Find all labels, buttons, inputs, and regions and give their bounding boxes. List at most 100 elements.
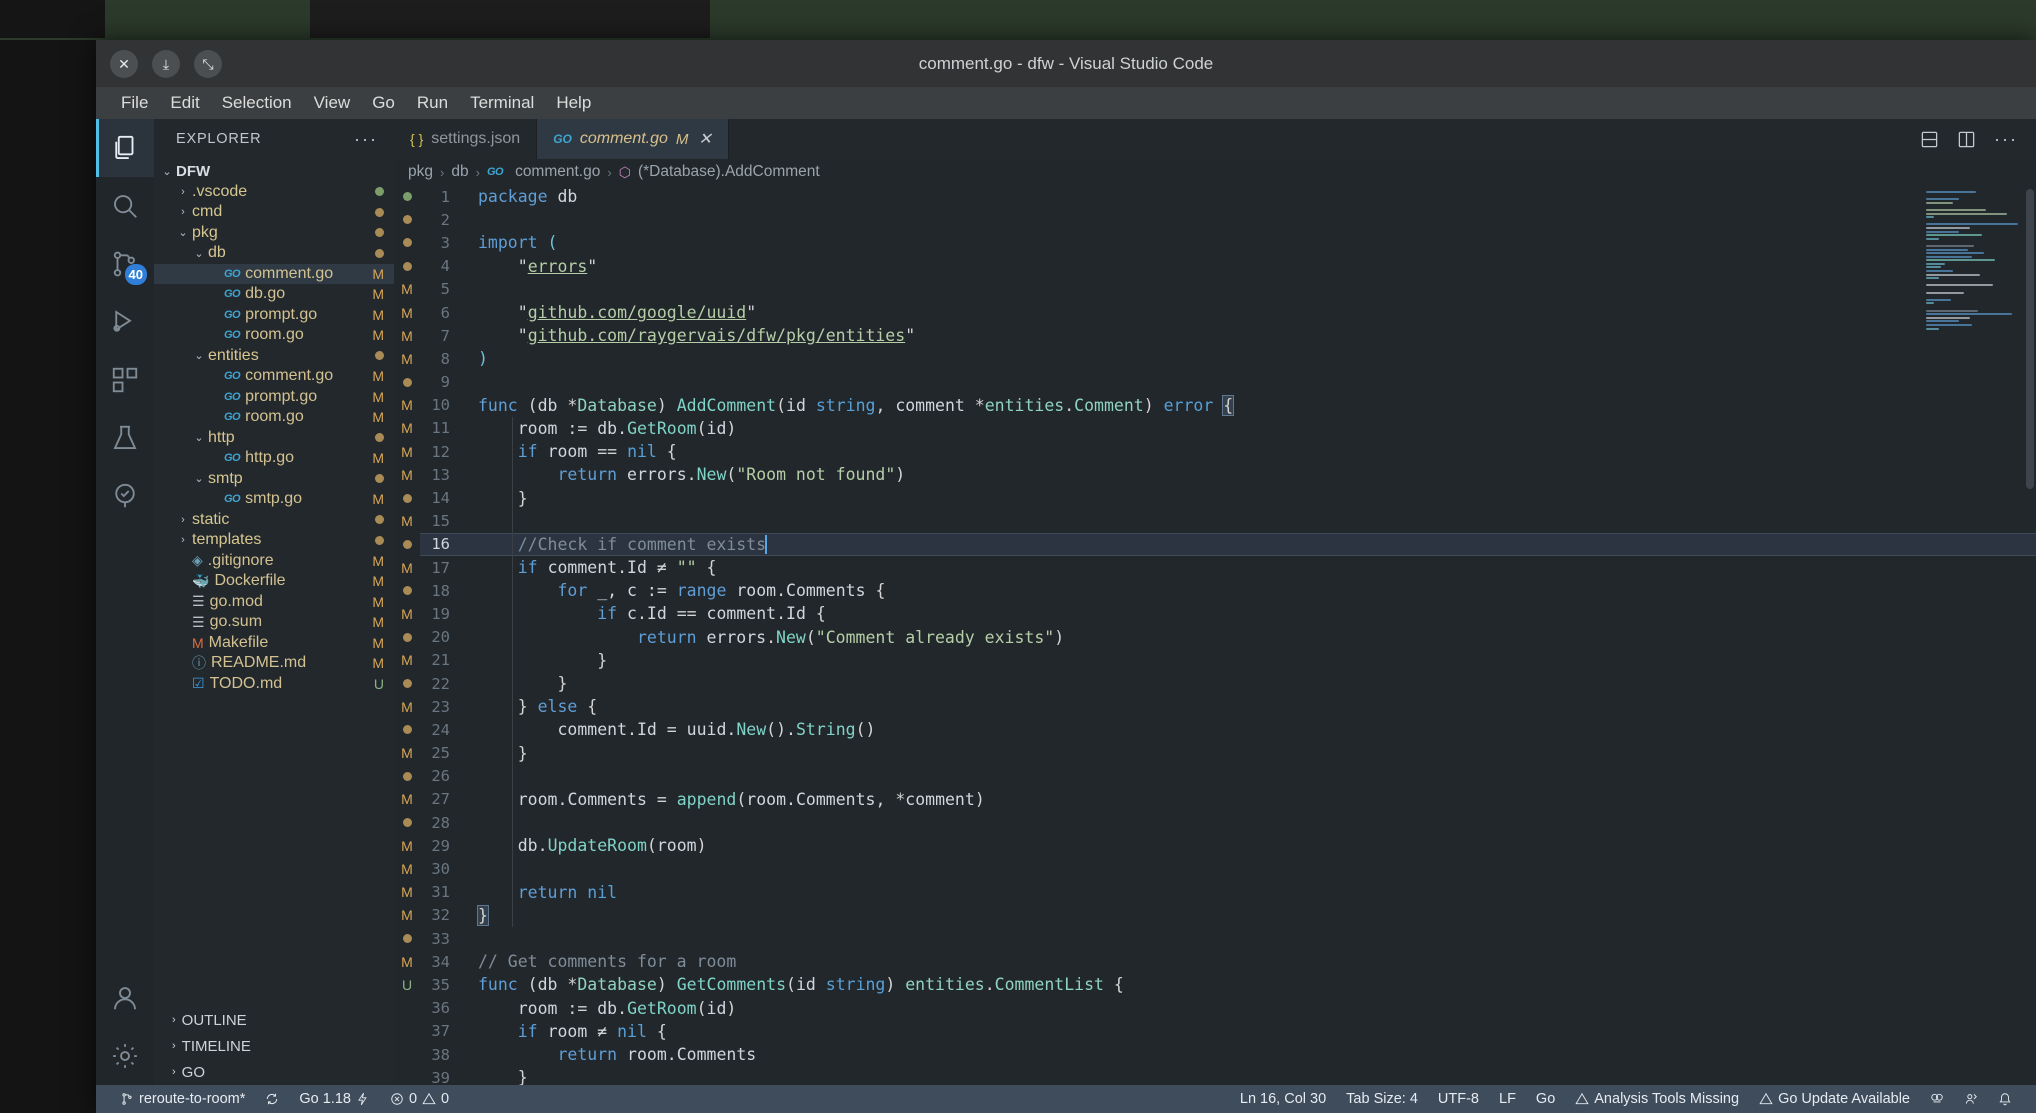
minimap[interactable] [1926, 191, 2022, 330]
activity-item-tree[interactable] [96, 467, 154, 525]
tree-file-room-go[interactable]: GO room.go M [154, 407, 394, 428]
split-editor-right-icon[interactable] [1957, 130, 1976, 149]
tree-file-comment-go[interactable]: GO comment.go M [154, 366, 394, 387]
activity-item-source-control[interactable]: 40 [96, 235, 154, 293]
status-notifications[interactable] [1988, 1092, 2022, 1106]
code-line[interactable]: 34 // Get comments for a room [420, 950, 2036, 973]
status-analysis-tools[interactable]: Analysis Tools Missing [1565, 1091, 1749, 1107]
menu-item-run[interactable]: Run [406, 90, 459, 116]
code-line[interactable]: 38 return room.Comments [420, 1043, 2036, 1066]
menu-item-help[interactable]: Help [545, 90, 602, 116]
tree-file-makefile[interactable]: M Makefile M [154, 633, 394, 654]
code-line[interactable]: 31 return nil [420, 881, 2036, 904]
breadcrumb-item[interactable]: db [451, 163, 468, 181]
code-line[interactable]: 3 import ( [420, 231, 2036, 254]
activity-item-settings[interactable] [96, 1027, 154, 1085]
maximize-window-button[interactable]: ⤡ [194, 49, 222, 78]
menu-item-view[interactable]: View [303, 90, 362, 116]
code-line[interactable]: 8) [420, 347, 2036, 370]
minimize-window-button[interactable]: ⤓ [152, 49, 180, 78]
tree-file-go-mod[interactable]: ☰ go.mod M [154, 592, 394, 613]
breadcrumb-item[interactable]: pkg [408, 163, 433, 181]
code-line[interactable]: 4 "errors" [420, 255, 2036, 278]
tree-folder-http[interactable]: ⌄ http [154, 428, 394, 449]
status-branch[interactable]: reroute-to-room* [110, 1091, 255, 1107]
menu-item-edit[interactable]: Edit [159, 90, 210, 116]
code-line[interactable]: 9 [420, 371, 2036, 394]
activity-item-run-and-debug[interactable] [96, 293, 154, 351]
code-editor[interactable]: MMMMMMMMMMMMMMMMMMMMU 1 package db 2 3 impor… [394, 185, 2036, 1085]
code-line[interactable]: 14 } [420, 486, 2036, 509]
tree-file-smtp-go[interactable]: GO smtp.go M [154, 489, 394, 510]
code-line[interactable]: 24 comment.Id = uuid.New().String() [420, 718, 2036, 741]
tree-file-db-go[interactable]: GO db.go M [154, 284, 394, 305]
breadcrumb-item[interactable]: comment.go [515, 163, 600, 181]
tree-file-dockerfile[interactable]: 🐳 Dockerfile M [154, 571, 394, 592]
tree-folder-templates[interactable]: › templates [154, 530, 394, 551]
code-line[interactable]: 30 [420, 857, 2036, 880]
code-lines[interactable]: 1 package db 2 3 import (4 "errors" 5 6 "githu… [420, 185, 2036, 1085]
status-language-mode[interactable]: Go [1526, 1091, 1565, 1107]
status-sync[interactable] [255, 1092, 289, 1106]
menu-item-terminal[interactable]: Terminal [459, 90, 545, 116]
code-line[interactable]: 29 db.UpdateRoom(room) [420, 834, 2036, 857]
activity-item-search[interactable] [96, 177, 154, 235]
tree-root-dfw[interactable]: ⌄ DFW [154, 161, 394, 182]
code-line[interactable]: 32} [420, 904, 2036, 927]
code-line[interactable]: 7 "github.com/raygervais/dfw/pkg/entitie… [420, 324, 2036, 347]
sidebar-section-go[interactable]: › GO [154, 1059, 394, 1085]
tree-folder--vscode[interactable]: › .vscode [154, 182, 394, 203]
code-line[interactable]: 20 return errors.New("Comment already ex… [420, 626, 2036, 649]
status-live-share[interactable] [1954, 1092, 1988, 1106]
code-line[interactable]: 12 if room == nil { [420, 440, 2036, 463]
activity-item-extensions[interactable] [96, 351, 154, 409]
menu-item-selection[interactable]: Selection [211, 90, 303, 116]
activity-item-testing[interactable] [96, 409, 154, 467]
code-line[interactable]: 5 [420, 278, 2036, 301]
tree-file-http-go[interactable]: GO http.go M [154, 448, 394, 469]
code-line[interactable]: 39 } [420, 1066, 2036, 1085]
breadcrumb-item[interactable]: (*Database).AddComment [638, 163, 820, 181]
status-tab-size[interactable]: Tab Size: 4 [1336, 1091, 1428, 1107]
code-line[interactable]: 25 } [420, 742, 2036, 765]
status-gitlens[interactable] [1920, 1092, 1954, 1106]
code-line[interactable]: 33 [420, 927, 2036, 950]
close-icon[interactable]: ✕ [698, 129, 711, 149]
code-line[interactable]: 36 room := db.GetRoom(id) [420, 997, 2036, 1020]
editor-tab-comment-go[interactable]: GO comment.go M ✕ [537, 119, 729, 159]
split-editor-down-icon[interactable] [1920, 130, 1939, 149]
editor-scrollbar[interactable] [2026, 189, 2034, 489]
tree-file-readme-md[interactable]: ⓘ README.md M [154, 653, 394, 674]
editor-tab-settings-json[interactable]: { } settings.json [394, 119, 538, 159]
code-line[interactable]: 15 [420, 510, 2036, 533]
tree-folder-pkg[interactable]: ⌄ pkg [154, 223, 394, 244]
sidebar-section-outline[interactable]: › OUTLINE [154, 1007, 394, 1033]
menu-item-file[interactable]: File [110, 90, 159, 116]
code-line[interactable]: 28 [420, 811, 2036, 834]
status-cursor-position[interactable]: Ln 16, Col 30 [1230, 1091, 1336, 1107]
status-go-update[interactable]: Go Update Available [1749, 1091, 1920, 1107]
tree-folder-cmd[interactable]: › cmd [154, 202, 394, 223]
code-line[interactable]: 16 //Check if comment exists [420, 532, 2036, 556]
tree-folder-smtp[interactable]: ⌄ smtp [154, 469, 394, 490]
sidebar-section-timeline[interactable]: › TIMELINE [154, 1033, 394, 1059]
code-line[interactable]: 6 "github.com/google/uuid" [420, 301, 2036, 324]
tree-folder-entities[interactable]: ⌄ entities [154, 346, 394, 367]
status-problems[interactable]: 0 0 [380, 1091, 459, 1107]
tree-file--gitignore[interactable]: ◈ .gitignore M [154, 551, 394, 572]
code-line[interactable]: 23 } else { [420, 695, 2036, 718]
code-line[interactable]: 27 room.Comments = append(room.Comments,… [420, 788, 2036, 811]
code-line[interactable]: 13 return errors.New("Room not found") [420, 463, 2036, 486]
code-line[interactable]: 37 if room ≠ nil { [420, 1020, 2036, 1043]
status-encoding[interactable]: UTF-8 [1428, 1091, 1489, 1107]
code-line[interactable]: 1 package db [420, 185, 2036, 208]
activity-item-accounts[interactable] [96, 969, 154, 1027]
menu-item-go[interactable]: Go [361, 90, 406, 116]
activity-item-explorer[interactable] [96, 119, 154, 177]
code-line[interactable]: 2 [420, 208, 2036, 231]
explorer-more-actions-button[interactable]: ··· [354, 129, 378, 150]
code-line[interactable]: 11 room := db.GetRoom(id) [420, 417, 2036, 440]
code-line[interactable]: 18 for _, c := range room.Comments { [420, 579, 2036, 602]
tree-file-comment-go[interactable]: GO comment.go M [154, 263, 394, 284]
code-line[interactable]: 35 func (db *Database) GetComments(id str… [420, 973, 2036, 996]
